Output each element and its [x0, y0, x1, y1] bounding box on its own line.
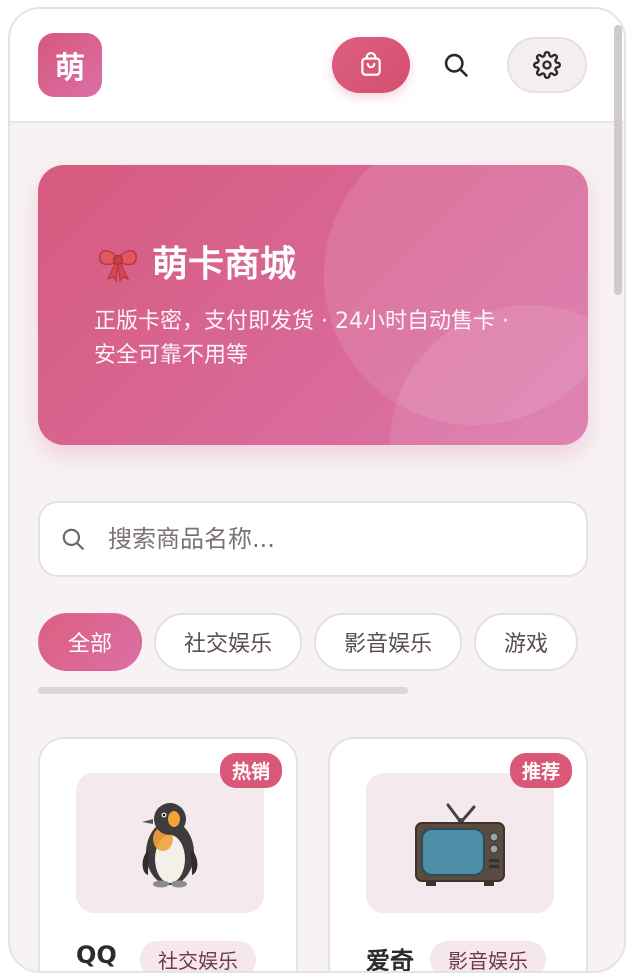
top-bar: 萌: [10, 9, 624, 123]
hero-banner: 萌卡商城 正版卡密，支付即发货 · 24小时自动售卡 · 安全可靠不用等: [38, 165, 588, 445]
product-category-tag: 影音娱乐: [430, 941, 546, 971]
search-icon: [62, 528, 84, 550]
product-card[interactable]: 热销 QQ 社交娱乐: [38, 737, 298, 971]
category-chip-social[interactable]: 社交娱乐: [154, 613, 303, 671]
category-chip-video[interactable]: 影音娱乐: [314, 613, 463, 671]
search-input[interactable]: [106, 524, 546, 554]
product-thumbnail: [366, 773, 554, 913]
search-field-icon-wrap: [40, 501, 106, 577]
product-name: 爱奇: [366, 947, 414, 973]
page-scrollbar[interactable]: [614, 25, 622, 295]
hero-title: 萌卡商城: [94, 235, 296, 287]
gear-icon: [533, 51, 561, 79]
product-thumbnail: [76, 773, 264, 913]
search-button[interactable]: [430, 39, 482, 91]
hero-title-text: 萌卡商城: [152, 244, 297, 285]
app-logo[interactable]: 萌: [38, 33, 102, 97]
category-tabs: 全部 社交娱乐 影音娱乐 游戏: [38, 613, 588, 673]
category-chip-all[interactable]: 全部: [38, 613, 142, 671]
badge-hot: 热销: [219, 753, 282, 788]
product-card[interactable]: 推荐 爱奇 影音娱乐: [328, 737, 588, 973]
category-chip-game[interactable]: 游戏: [474, 613, 579, 671]
shopping-bag-icon: [361, 52, 381, 76]
penguin-icon: [142, 803, 198, 888]
settings-button[interactable]: [507, 37, 587, 93]
search-bar[interactable]: [38, 501, 588, 577]
hero-subtitle: 正版卡密，支付即发货 · 24小时自动售卡 · 安全可靠不用等: [94, 309, 509, 368]
app-frame: 萌 萌卡商城 正版卡密，支付即发货 · 24小时自动售卡 · 安全可靠不用等 搜…: [8, 7, 626, 973]
cart-button[interactable]: [332, 37, 410, 93]
product-name: QQ: [76, 941, 117, 969]
television-icon: [415, 803, 505, 886]
search-icon: [444, 53, 468, 77]
product-category-tag: 社交娱乐: [140, 941, 256, 971]
bow-icon: [99, 250, 137, 283]
badge-recommended: 推荐: [509, 753, 572, 788]
category-scrollbar[interactable]: [38, 687, 408, 694]
